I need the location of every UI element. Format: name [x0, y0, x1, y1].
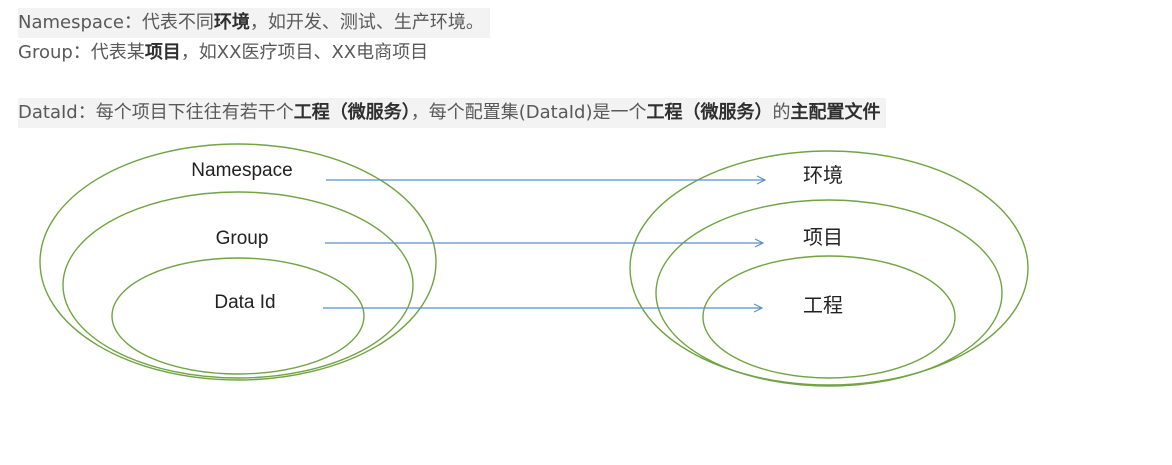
- group-ellipse: [62, 191, 414, 379]
- project-label: 项目: [803, 225, 843, 249]
- dataid-label: Data Id: [214, 292, 275, 313]
- namespace-label: Namespace: [191, 160, 292, 181]
- environment-label: 环境: [803, 163, 843, 187]
- group-label: Group: [216, 228, 269, 249]
- engineering-label: 工程: [803, 293, 843, 317]
- engineering-ellipse: [702, 255, 956, 379]
- dataid-ellipse: [111, 257, 365, 375]
- nacos-mapping-diagram: Namespace Group Data Id 环境 项目 工程: [39, 143, 1029, 387]
